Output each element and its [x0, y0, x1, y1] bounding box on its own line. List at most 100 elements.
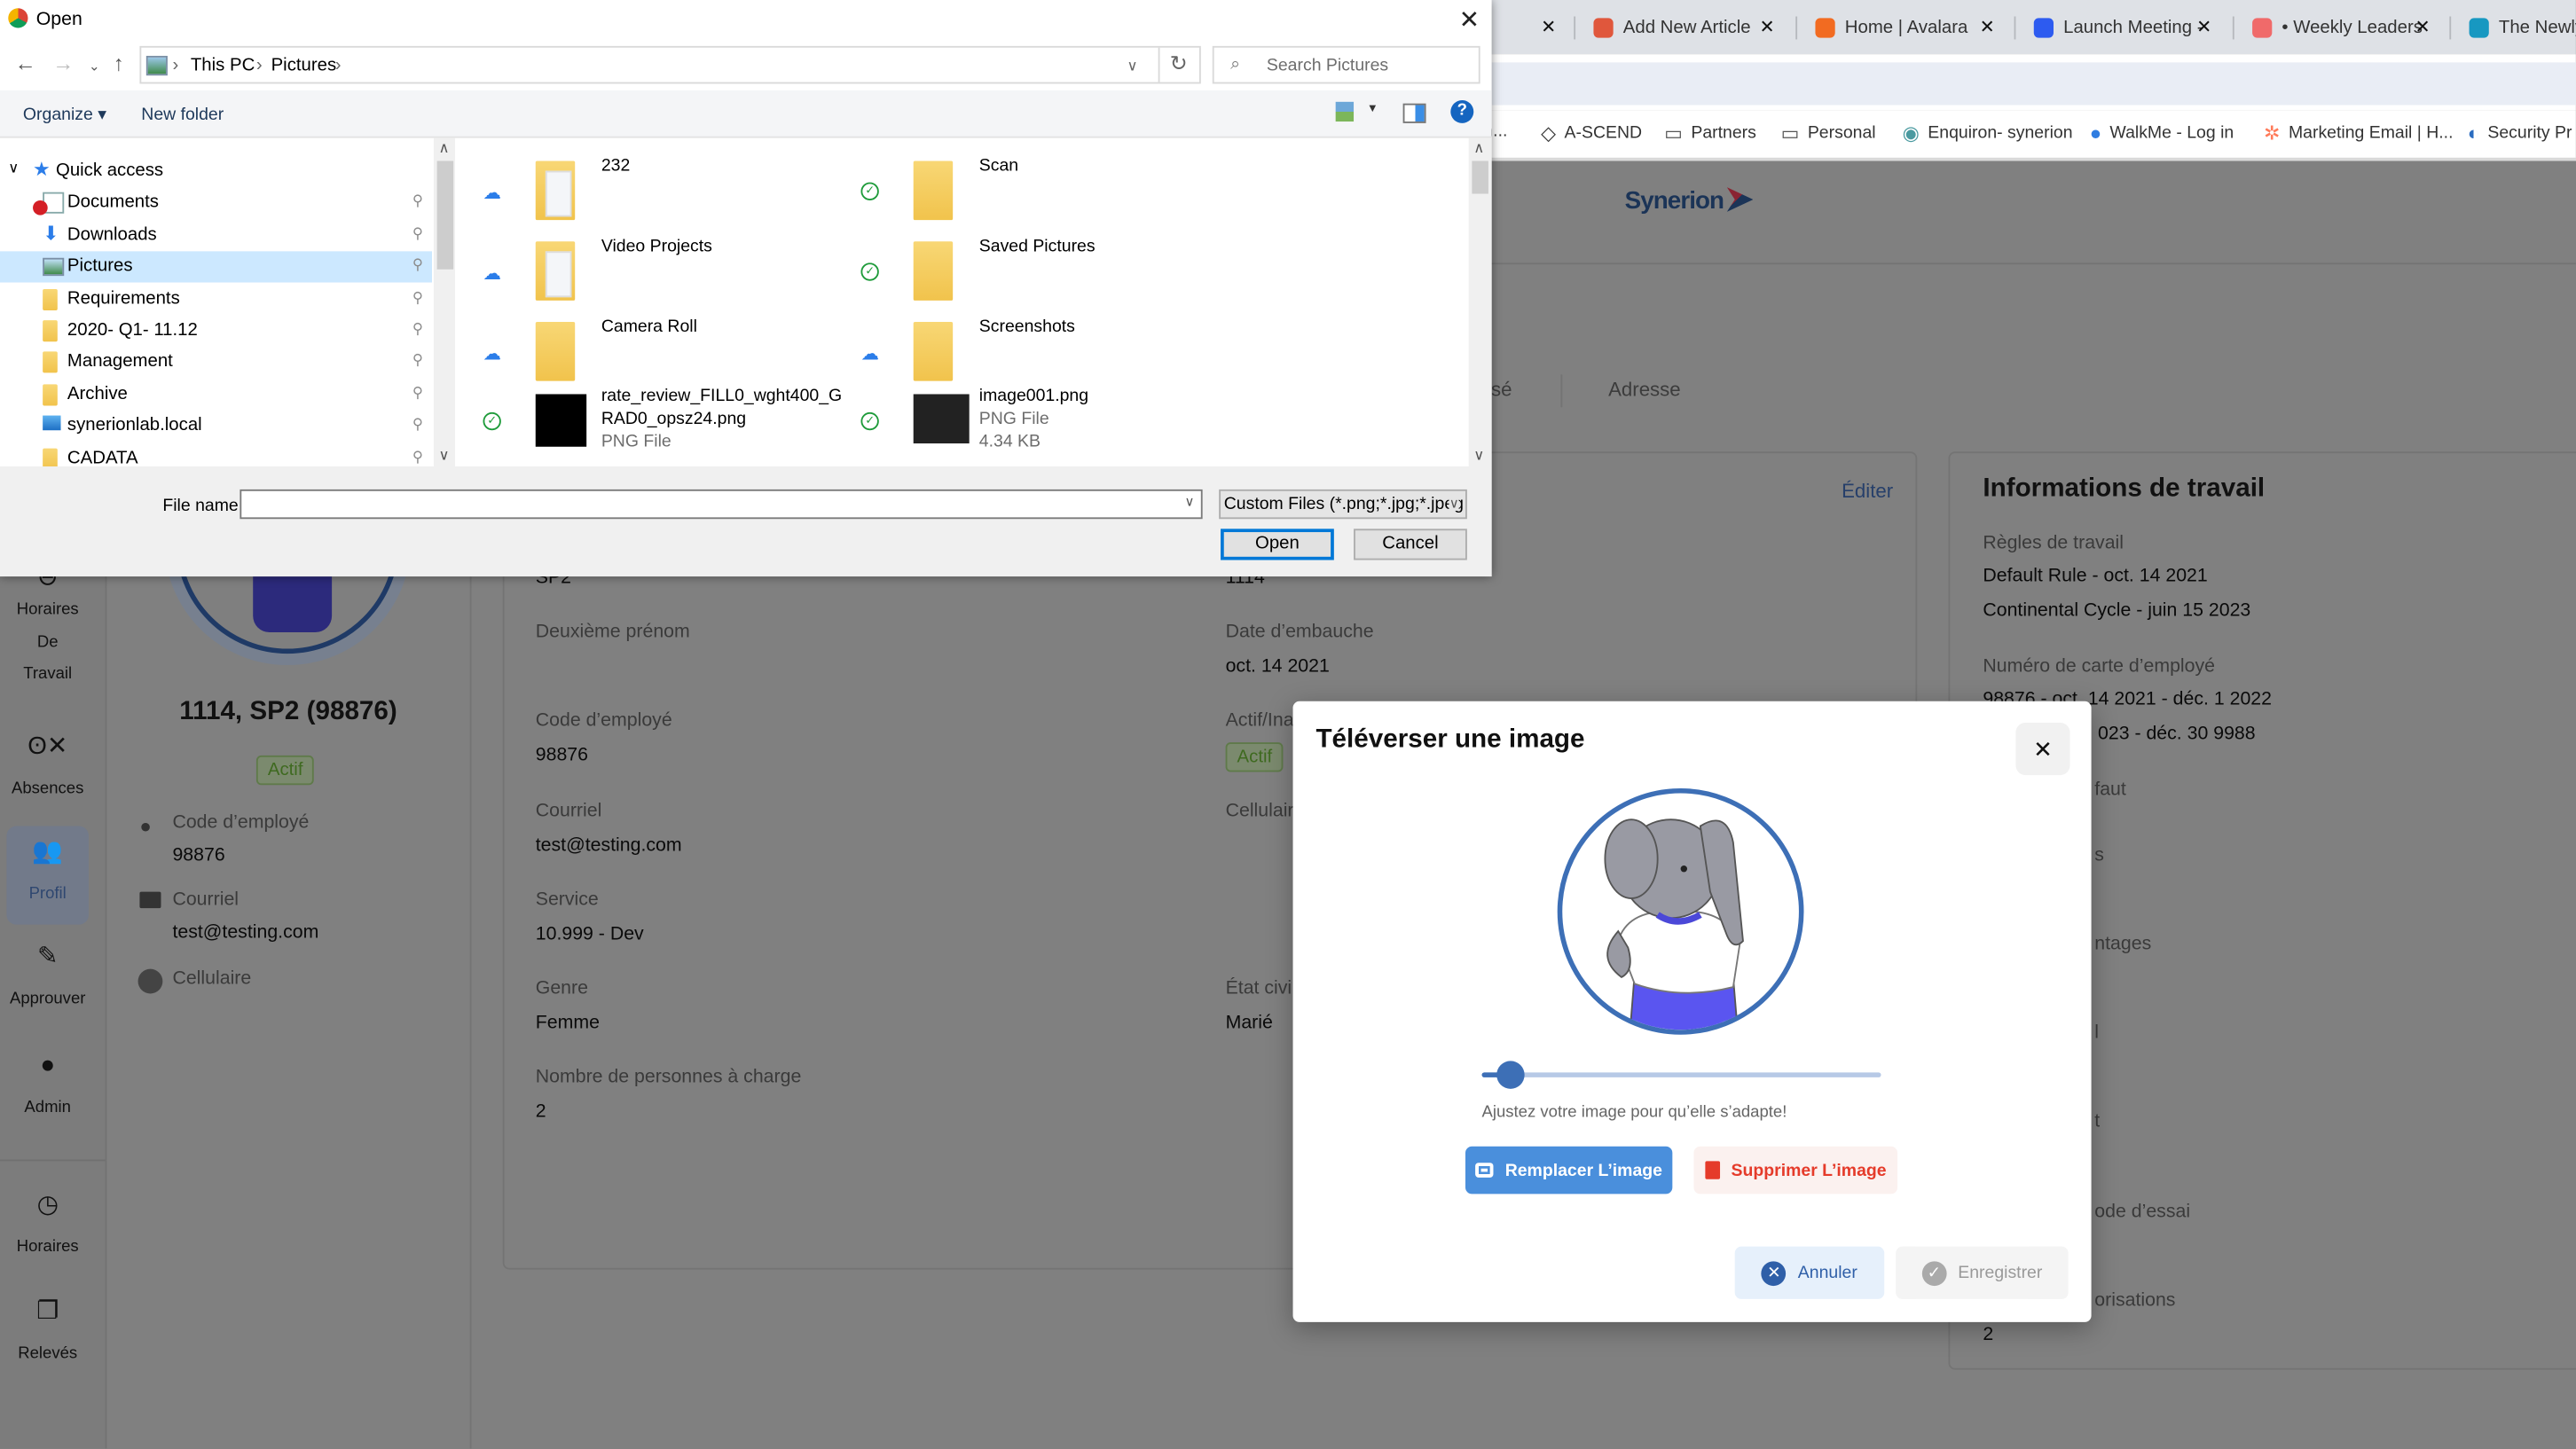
cancel-button[interactable]: Cancel [1354, 529, 1467, 560]
diamond-icon: ◇ [1541, 121, 1557, 145]
up-arrow-icon[interactable]: ↑ [114, 51, 124, 75]
back-arrow-icon[interactable]: ← [15, 51, 36, 75]
profile-column: 1114, SP2 (98876) Actif ● Code d’employé… [106, 419, 472, 1449]
bookmark-item[interactable]: ▭ Partners [1664, 121, 1756, 145]
zoom-slider[interactable] [1481, 1061, 1881, 1089]
expand-chevron-icon[interactable]: ∨ [8, 160, 19, 177]
file-item[interactable]: ☁ Screenshots [838, 316, 1216, 395]
browser-tab[interactable]: Launch Meeting - [2033, 13, 2203, 43]
sidebar-item[interactable]: 👥 Profil [6, 826, 90, 925]
file-item[interactable]: ☁ 232 [460, 154, 838, 233]
pin-icon[interactable]: ⚲ [412, 448, 423, 466]
pin-icon[interactable]: ⚲ [412, 192, 423, 210]
nav-item[interactable]: ⬇ Downloads ⚲ [0, 220, 432, 251]
bookmark-item[interactable]: ◉ Enquiron- synerion [1903, 121, 2073, 145]
pin-icon[interactable]: ⚲ [412, 384, 423, 402]
scroll-up-icon[interactable]: ∧ [438, 139, 449, 157]
recent-chevron-icon[interactable]: ⌄ [89, 59, 99, 74]
sidebar-item[interactable]: ʘ✕ Absences [6, 731, 89, 805]
file-item[interactable]: ✓ Scan [838, 154, 1216, 233]
file-item[interactable]: ☁ Video Projects [460, 235, 838, 314]
file-type-select[interactable]: Custom Files (*.png;*.jpg;*.jpeg ∨ [1219, 489, 1467, 520]
browser-tab[interactable]: The Newly I [2469, 13, 2576, 43]
scroll-down-icon[interactable]: ∨ [1473, 447, 1484, 465]
bookmark-item[interactable]: ◇ A-SCEND [1541, 121, 1642, 145]
save-button[interactable]: ✓ Enregistrer [1896, 1246, 2069, 1299]
bookmark-item[interactable]: ✲ Marketing Email | H... [2264, 121, 2453, 145]
close-tab-icon[interactable]: ✕ [1980, 17, 1995, 37]
browser-tab[interactable]: • Weekly Leaders [2252, 13, 2423, 43]
replace-image-button[interactable]: Remplacer L’image [1465, 1146, 1673, 1194]
zoom-slider-thumb[interactable] [1496, 1061, 1525, 1089]
browser-tab[interactable]: Home | Avalara [1815, 13, 1967, 43]
organize-menu[interactable]: Organize ▾ [23, 106, 106, 125]
sidebar-item[interactable]: ⊖ Horaires De Travail [6, 561, 89, 690]
search-input[interactable]: ⌕ Search Pictures [1212, 45, 1480, 84]
browser-tab[interactable]: Add New Article [1593, 13, 1751, 43]
nav-scrollbar[interactable]: ∧ ∨ [433, 137, 456, 466]
close-tab-icon[interactable]: ✕ [2196, 17, 2211, 37]
file-item[interactable]: ✓ Saved Pictures [838, 235, 1216, 314]
content-scrollbar[interactable]: ∧ ∨ [1468, 137, 1492, 466]
pin-icon[interactable]: ⚲ [412, 320, 423, 338]
nav-item[interactable]: ∨ ★ Quick access [0, 156, 432, 187]
nav-item[interactable]: Pictures ⚲ [0, 251, 433, 283]
file-item[interactable]: ✓ image001.png PNG File 4.34 KB [838, 384, 1216, 463]
field-label-partial: orisations [2094, 1290, 2176, 1311]
breadcrumb[interactable]: › This PC › Pictures › ∨ ↻ [139, 45, 1201, 84]
field-label: Cellulair [1225, 801, 1294, 821]
nav-item[interactable]: Management ⚲ [0, 347, 432, 378]
pin-icon[interactable]: ⚲ [412, 256, 423, 274]
file-name: Scan [978, 155, 1019, 176]
close-button[interactable]: ✕ [2015, 722, 2070, 776]
pin-icon[interactable]: ⚲ [412, 288, 423, 306]
preview-pane-icon[interactable] [1402, 103, 1426, 123]
nav-item[interactable]: CADATA ⚲ [0, 443, 432, 466]
close-tab-icon[interactable]: ✕ [2415, 17, 2430, 37]
folder-icon [535, 321, 576, 381]
nav-item[interactable]: Archive ⚲ [0, 379, 432, 410]
cancel-button[interactable]: ✕ Annuler [1734, 1246, 1885, 1299]
file-name: 232 [601, 155, 631, 176]
delete-image-button[interactable]: Supprimer L’image [1693, 1146, 1898, 1194]
nav-item[interactable]: Requirements ⚲ [0, 284, 432, 315]
bookmark-item[interactable]: ▭ Personal [1781, 121, 1876, 145]
breadcrumb-pictures[interactable]: Pictures [271, 56, 337, 75]
close-dialog-button[interactable]: ✕ [1459, 5, 1480, 35]
pin-icon[interactable]: ⚲ [412, 416, 423, 434]
file-item[interactable]: ✓ rate_review_FILL0_wght400_GRAD0_opsz24.… [460, 384, 842, 463]
help-icon[interactable]: ? [1450, 99, 1474, 123]
tab-adresse[interactable]: Adresse [1608, 378, 1681, 401]
nav-item[interactable]: 2020- Q1- 11.12 ⚲ [0, 316, 432, 347]
scroll-thumb[interactable] [436, 161, 454, 270]
close-tab-icon[interactable]: ✕ [1541, 17, 1556, 37]
folder-icon [43, 447, 58, 466]
pin-icon[interactable]: ⚲ [412, 224, 423, 242]
chevron-down-icon[interactable]: ∨ [1185, 494, 1195, 509]
address-dropdown-icon[interactable]: ∨ [1127, 58, 1137, 75]
view-dropdown-icon[interactable]: ▼ [1367, 104, 1378, 115]
sidebar-item[interactable]: ◷ Horaires [6, 1189, 89, 1264]
breadcrumb-this-pc[interactable]: This PC [191, 56, 255, 75]
file-item[interactable]: ☁ Camera Roll [460, 316, 838, 395]
nav-item[interactable]: Documents ⚲ [0, 188, 432, 219]
new-folder-button[interactable]: New folder [141, 106, 224, 125]
scroll-down-icon[interactable]: ∨ [438, 447, 449, 465]
sidebar-item[interactable]: ❐ Relevés [6, 1296, 89, 1370]
open-button[interactable]: Open [1221, 529, 1334, 560]
bookmark-item[interactable]: ● WalkMe - Log in [2090, 121, 2234, 145]
bookmark-item[interactable]: ◐ Security Pr [2468, 121, 2572, 145]
sidebar-item[interactable]: ✎ Approuver [6, 941, 89, 1015]
close-tab-icon[interactable]: ✕ [1759, 17, 1774, 37]
view-options-icon[interactable] [1335, 101, 1355, 122]
edit-link[interactable]: Éditer [1842, 480, 1893, 503]
nav-item[interactable]: synerionlab.local ⚲ [0, 411, 432, 442]
field-value: 98876 [535, 745, 588, 766]
refresh-icon[interactable]: ↻ [1170, 51, 1188, 77]
pin-icon[interactable]: ⚲ [412, 352, 423, 370]
scroll-thumb[interactable] [1472, 161, 1488, 194]
sidebar-item[interactable]: ● Admin [6, 1049, 89, 1124]
scroll-up-icon[interactable]: ∧ [1473, 139, 1484, 157]
forward-arrow-icon[interactable]: → [52, 51, 74, 75]
file-name-input[interactable]: ∨ [240, 489, 1203, 520]
